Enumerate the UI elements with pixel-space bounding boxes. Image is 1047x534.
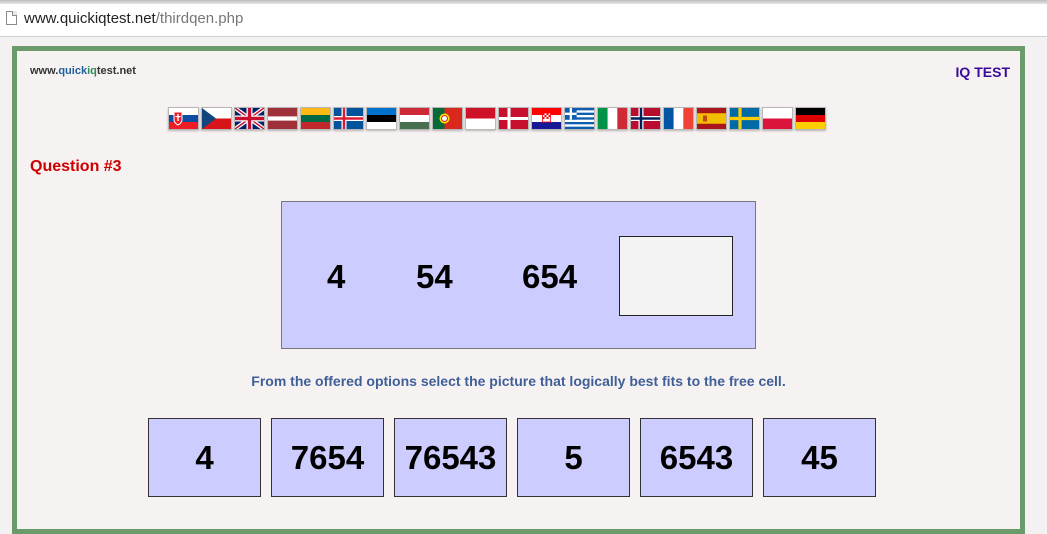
site-suffix: test.net bbox=[96, 65, 136, 77]
estonia-flag-icon[interactable] bbox=[366, 107, 397, 130]
option-3[interactable]: 76543 bbox=[394, 418, 507, 497]
hungary-flag-icon[interactable] bbox=[399, 107, 430, 130]
portugal-flag-icon[interactable] bbox=[432, 107, 463, 130]
option-1[interactable]: 4 bbox=[148, 418, 261, 497]
site-iq: iq bbox=[87, 65, 97, 77]
sequence-puzzle: 4 54 654 bbox=[281, 201, 756, 349]
czech-flag-icon[interactable] bbox=[201, 107, 232, 130]
france-flag-icon[interactable] bbox=[663, 107, 694, 130]
page-icon bbox=[6, 11, 17, 25]
iq-test-title: IQ TEST bbox=[955, 64, 1010, 80]
site-quick: quick bbox=[58, 65, 88, 77]
language-flags bbox=[168, 107, 826, 131]
question-title: Question #3 bbox=[30, 158, 122, 175]
spain-flag-icon[interactable] bbox=[696, 107, 727, 130]
germany-flag-icon[interactable] bbox=[795, 107, 826, 130]
italy-flag-icon[interactable] bbox=[597, 107, 628, 130]
site-name: www.quickiqtest.net bbox=[30, 65, 136, 77]
uk-flag-icon[interactable] bbox=[234, 107, 265, 130]
lithuania-flag-icon[interactable] bbox=[300, 107, 331, 130]
option-5[interactable]: 6543 bbox=[640, 418, 753, 497]
site-prefix: www. bbox=[30, 65, 59, 77]
page-frame: www.quickiqtest.net IQ TEST Question #3 … bbox=[12, 46, 1025, 534]
instruction-text: From the offered options select the pict… bbox=[251, 373, 786, 389]
free-cell bbox=[619, 236, 733, 316]
answer-options: 4 7654 76543 5 6543 45 bbox=[148, 418, 876, 497]
option-4[interactable]: 5 bbox=[517, 418, 630, 497]
denmark-flag-icon[interactable] bbox=[498, 107, 529, 130]
iceland-flag-icon[interactable] bbox=[333, 107, 364, 130]
url-text[interactable]: www.quickiqtest.net/thirdqen.php bbox=[24, 10, 243, 27]
greece-flag-icon[interactable] bbox=[564, 107, 595, 130]
latvia-flag-icon[interactable] bbox=[267, 107, 298, 130]
url-host: www.quickiqtest.net bbox=[24, 10, 156, 27]
croatia-flag-icon[interactable] bbox=[531, 107, 562, 130]
url-path: /thirdqen.php bbox=[155, 10, 244, 27]
slovakia-flag-icon[interactable] bbox=[168, 107, 199, 130]
sequence-item-2: 54 bbox=[416, 258, 453, 295]
browser-tab-strip bbox=[0, 0, 1047, 4]
option-6[interactable]: 45 bbox=[763, 418, 876, 497]
option-2[interactable]: 7654 bbox=[271, 418, 384, 497]
sweden-flag-icon[interactable] bbox=[729, 107, 760, 130]
indonesia-flag-icon[interactable] bbox=[465, 107, 496, 130]
browser-address-bar[interactable]: www.quickiqtest.net/thirdqen.php bbox=[0, 0, 1047, 37]
sequence-item-3: 654 bbox=[522, 258, 578, 295]
sequence-item-1: 4 bbox=[327, 258, 346, 295]
norway-flag-icon[interactable] bbox=[630, 107, 661, 130]
poland-flag-icon[interactable] bbox=[762, 107, 793, 130]
